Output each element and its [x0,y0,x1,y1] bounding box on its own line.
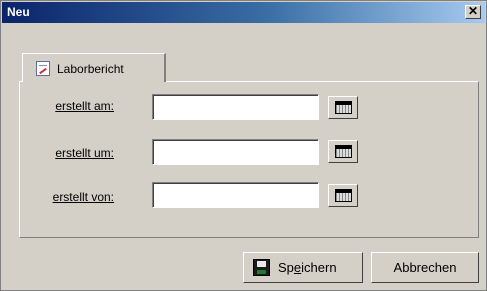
created-date-label: erstellt am: [55,99,114,113]
save-button[interactable]: Speichern [243,252,363,283]
created-by-input[interactable] [152,182,319,208]
created-date-input[interactable] [152,94,319,120]
cancel-label: Abbrechen [393,260,457,275]
created-by-label: erstellt von: [52,190,114,204]
calendar-icon [335,189,352,202]
cancel-button[interactable]: Abbrechen [371,252,479,283]
created-time-input[interactable] [152,139,319,165]
created-time-label: erstellt um: [55,146,114,160]
dialog-window: Neu ✕ Laborbericht erstellt am: erstellt… [0,0,487,291]
calendar-icon [335,101,352,114]
tab-label: Laborbericht [57,62,124,76]
calendar-icon [335,145,352,158]
created-time-picker-button[interactable] [328,140,358,163]
tab-panel: erstellt am: erstellt um: erstellt von: [19,81,479,238]
close-button[interactable]: ✕ [465,5,481,19]
report-icon [36,61,50,76]
window-title: Neu [7,5,30,19]
close-icon: ✕ [467,4,479,18]
title-bar[interactable]: Neu ✕ [2,2,485,23]
created-date-picker-button[interactable] [328,96,358,119]
floppy-disk-icon [253,259,270,276]
created-by-picker-button[interactable] [328,184,358,207]
tab-laborbericht[interactable]: Laborbericht [22,53,166,82]
save-label: Speichern [278,260,337,275]
